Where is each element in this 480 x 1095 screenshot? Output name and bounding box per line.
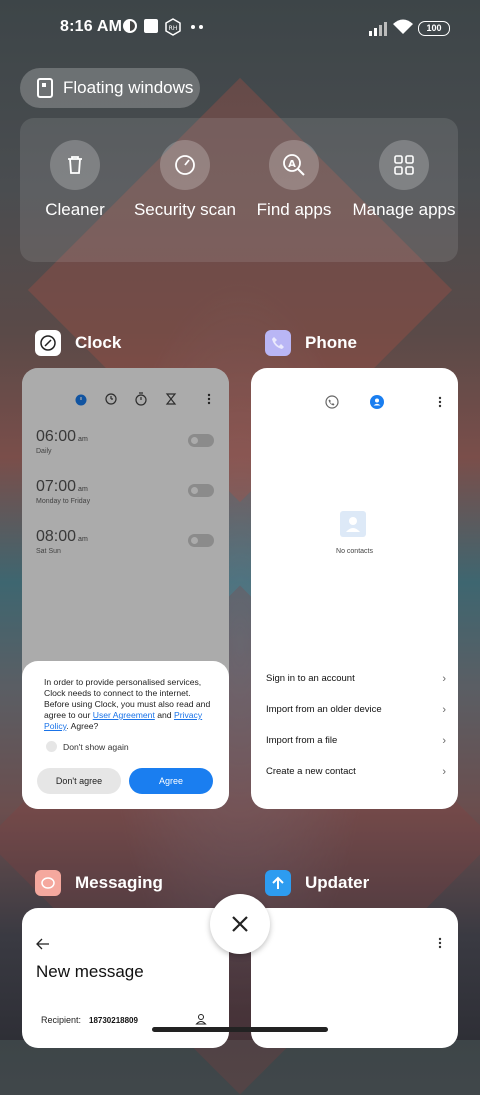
find-apps-icon: A [283,154,305,176]
find-apps-button[interactable]: A Find apps [239,140,349,220]
manage-apps-button[interactable]: Manage apps [349,140,459,220]
manage-apps-icon [394,155,414,175]
option-label: Import from an older device [266,704,382,715]
status-bar: 8:16 AM RH 100 [0,0,480,56]
clear-all-button[interactable] [210,894,270,954]
floating-windows-label: Floating windows [63,78,194,97]
svg-text:A: A [288,159,296,170]
dont-show-again-checkbox[interactable] [46,741,57,752]
phone-app-header[interactable]: Phone [265,330,357,356]
wifi-icon [393,19,413,34]
updater-app-name: Updater [305,873,370,892]
contacts-tab-icon[interactable] [370,395,384,409]
svg-text:RH: RH [169,25,178,32]
dont-agree-button[interactable]: Don't agree [37,768,121,794]
create-contact-option[interactable]: Create a new contact › [266,766,446,778]
phone-app-name: Phone [305,333,357,352]
back-arrow-icon[interactable] [36,938,50,950]
import-older-device-option[interactable]: Import from an older device › [266,704,446,716]
consent-text: In order to provide personalised service… [44,677,211,731]
more-notifications-icon [191,25,203,29]
signal-icon [369,22,387,36]
hexagon-notification-icon: RH [165,18,181,36]
security-scan-label: Security scan [133,200,237,219]
dont-show-again-label: Don't show again [63,741,129,752]
new-message-title: New message [36,962,144,981]
no-contacts-label: No contacts [336,548,373,555]
updater-app-icon [265,870,291,896]
dont-show-again-option[interactable]: Don't show again [46,741,129,752]
sign-in-option[interactable]: Sign in to an account › [266,673,446,685]
updater-app-header[interactable]: Updater [265,870,369,896]
cleaner-label: Cleaner [45,200,105,219]
find-apps-label: Find apps [256,200,332,219]
chevron-right-icon: › [442,766,446,778]
chevron-right-icon: › [442,735,446,747]
manage-apps-label: Manage apps [352,200,456,219]
square-notification-icon [144,19,158,33]
app-notification-icon [123,19,137,33]
option-label: Import from a file [266,735,338,746]
messaging-app-header[interactable]: Messaging [35,870,163,896]
chevron-right-icon: › [442,673,446,685]
recipient-label: Recipient: [41,1015,82,1025]
battery-indicator: 100 [418,21,450,36]
consent-dialog: In order to provide personalised service… [22,661,229,809]
recents-tab-icon[interactable] [325,395,339,409]
clock-app-name: Clock [75,333,122,352]
chevron-right-icon: › [442,704,446,716]
add-contact-icon[interactable] [195,1013,207,1025]
messaging-app-icon [35,870,61,896]
security-scan-icon [175,155,195,175]
clock-app-header[interactable]: Clock [35,330,121,356]
phone-app-card[interactable]: No contacts Sign in to an account › Impor… [251,368,458,809]
contacts-empty-icon [340,511,366,537]
recipient-input[interactable]: 18730218809 [89,1016,138,1025]
security-scan-button[interactable]: Security scan [130,140,240,220]
messaging-app-name: Messaging [75,873,163,892]
clock-app-card[interactable]: 06:00 am Daily 07:00 am Monday to Friday 0… [22,368,229,809]
close-icon [232,916,248,932]
cleaner-button[interactable]: Cleaner [20,140,130,220]
more-options-icon[interactable] [437,936,443,950]
home-indicator[interactable] [152,1027,328,1032]
status-time: 8:16 AM [60,18,123,35]
more-options-icon[interactable] [437,395,443,409]
floating-windows-button[interactable]: Floating windows [20,68,200,108]
clock-app-icon [35,330,61,356]
agree-button[interactable]: Agree [129,768,213,794]
floating-window-icon [37,78,53,98]
import-file-option[interactable]: Import from a file › [266,735,446,747]
trash-icon [68,156,82,174]
option-label: Sign in to an account [266,673,355,684]
option-label: Create a new contact [266,766,356,777]
user-agreement-link[interactable]: User Agreement [93,710,155,720]
phone-app-icon [265,330,291,356]
quick-actions-panel: Cleaner Security scan A Find apps Manage… [20,118,458,262]
